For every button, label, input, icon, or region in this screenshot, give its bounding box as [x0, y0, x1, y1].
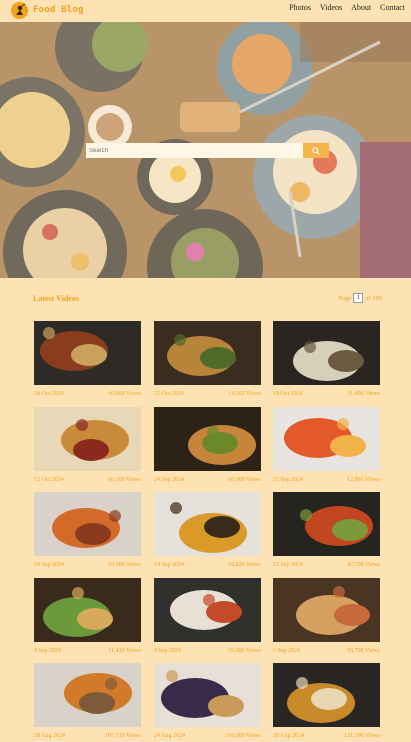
video-date: 12 Sep 2024	[273, 562, 303, 568]
video-meta: 12 Oct 2024 16,100 Views	[34, 477, 141, 483]
video-thumbnail[interactable]	[154, 577, 261, 642]
video-views: 32,006 Views	[228, 647, 261, 654]
site-title[interactable]: Food Blog	[33, 5, 84, 15]
site-header: Food Blog Photos Videos About Contact	[0, 0, 411, 22]
video-views: 16,100 Views	[108, 476, 141, 483]
video-card[interactable]: 12 Oct 2024 16,100 Views	[34, 406, 141, 483]
nav-about[interactable]: About	[351, 3, 371, 12]
video-card[interactable]: 6 Sep 2024 50,700 Views	[273, 577, 380, 654]
video-thumbnail[interactable]	[34, 663, 141, 727]
video-meta: 20 Aug 2024 121,300 Views	[273, 733, 380, 739]
video-meta: 24 Oct 2024 10,469 Views	[34, 391, 141, 397]
video-views: 14,302 Views	[228, 391, 261, 397]
video-views: 107,510 Views	[105, 733, 141, 739]
page-number-input[interactable]: 1	[353, 293, 364, 303]
video-thumbnail[interactable]	[273, 406, 380, 471]
video-thumbnail[interactable]	[273, 663, 380, 727]
latest-videos-heading: Latest Videos	[33, 294, 79, 303]
video-date: 24 Aug 2024	[154, 733, 186, 739]
video-meta: 12 Sep 2024 42,700 Views	[273, 562, 380, 568]
video-card[interactable]: 22 Oct 2024 14,302 Views	[154, 321, 261, 397]
video-views: 11,420 Views	[108, 647, 141, 654]
video-meta: 24 Sep 2024 16,008 Views	[154, 477, 261, 483]
video-thumbnail[interactable]	[34, 492, 141, 556]
hero-banner	[0, 22, 411, 278]
nav-contact[interactable]: Contact	[380, 3, 405, 12]
search-input[interactable]	[86, 143, 303, 158]
video-date: 12 Oct 2024	[34, 476, 64, 483]
pagination: Page 1 of 100	[339, 293, 382, 303]
video-meta: 9 Sep 2024 11,420 Views	[34, 648, 141, 654]
video-thumbnail[interactable]	[154, 321, 261, 385]
search-button[interactable]	[303, 143, 329, 158]
video-date: 21 Sep 2024	[273, 476, 303, 483]
video-views: 10,900 Views	[108, 562, 141, 568]
video-card[interactable]: 18 Sep 2024 10,900 Views	[34, 492, 141, 568]
video-date: 9 Sep 2024	[34, 647, 61, 654]
video-card[interactable]: 12 Sep 2024 42,700 Views	[273, 492, 380, 568]
video-card[interactable]: 9 Sep 2024 11,420 Views	[34, 577, 141, 654]
chef-mascot-icon[interactable]	[11, 2, 28, 19]
video-views: 42,700 Views	[347, 562, 380, 568]
video-thumbnail[interactable]	[34, 577, 141, 642]
video-views: 12,860 Views	[347, 476, 380, 483]
video-thumbnail[interactable]	[273, 577, 380, 642]
video-date: 18 Sep 2024	[34, 562, 64, 568]
video-meta: 22 Oct 2024 14,302 Views	[154, 391, 261, 397]
video-card[interactable]: 24 Sep 2024 16,008 Views	[154, 406, 261, 483]
video-thumbnail[interactable]	[154, 663, 261, 727]
page-label: Page	[338, 294, 352, 302]
video-meta: 21 Sep 2024 12,860 Views	[273, 477, 380, 483]
video-date: 24 Oct 2024	[34, 391, 64, 397]
video-card[interactable]: 8 Sep 2024 32,006 Views	[154, 577, 261, 654]
nav-videos[interactable]: Videos	[320, 3, 342, 12]
video-card[interactable]: 14 Sep 2024 10,820 Views	[154, 492, 261, 568]
video-card[interactable]: 18 Oct 2024 11,906 Views	[273, 321, 380, 397]
video-meta: 6 Sep 2024 50,700 Views	[273, 648, 380, 654]
video-date: 24 Sep 2024	[154, 476, 184, 483]
video-date: 6 Sep 2024	[273, 647, 300, 654]
video-meta: 14 Sep 2024 10,820 Views	[154, 562, 261, 568]
video-date: 20 Aug 2024	[273, 733, 305, 739]
nav-photos[interactable]: Photos	[289, 3, 311, 12]
video-thumbnail[interactable]	[34, 406, 141, 471]
main-nav: Photos Videos About Contact	[289, 3, 405, 12]
video-card[interactable]: 24 Aug 2024 118,000 Views	[154, 663, 261, 739]
video-thumbnail[interactable]	[273, 321, 380, 385]
video-date: 22 Oct 2024	[154, 391, 184, 397]
video-thumbnail[interactable]	[273, 492, 380, 556]
video-thumbnail[interactable]	[34, 321, 141, 385]
video-date: 14 Sep 2024	[154, 562, 184, 568]
video-date: 18 Oct 2024	[273, 391, 303, 397]
video-meta: 18 Sep 2024 10,900 Views	[34, 562, 141, 568]
video-views: 118,000 Views	[225, 733, 261, 739]
page-total: of 100	[365, 294, 382, 302]
video-date: 28 Aug 2024	[34, 733, 66, 739]
video-card[interactable]: 20 Aug 2024 121,300 Views	[273, 663, 380, 739]
video-meta: 18 Oct 2024 11,906 Views	[273, 391, 380, 397]
video-thumbnail[interactable]	[154, 492, 261, 556]
video-meta: 24 Aug 2024 118,000 Views	[154, 733, 261, 739]
video-views: 16,008 Views	[228, 476, 261, 483]
video-views: 10,469 Views	[108, 391, 141, 397]
video-meta: 8 Sep 2024 32,006 Views	[154, 648, 261, 654]
video-card[interactable]: 24 Oct 2024 10,469 Views	[34, 321, 141, 397]
video-card[interactable]: 28 Aug 2024 107,510 Views	[34, 663, 141, 739]
video-card[interactable]: 21 Sep 2024 12,860 Views	[273, 406, 380, 483]
video-views: 10,820 Views	[228, 562, 261, 568]
video-views: 11,906 Views	[347, 391, 380, 397]
video-meta: 28 Aug 2024 107,510 Views	[34, 733, 141, 739]
search-icon	[312, 146, 320, 155]
search-bar	[86, 143, 329, 158]
video-views: 121,300 Views	[344, 733, 380, 739]
video-views: 50,700 Views	[347, 647, 380, 654]
video-date: 8 Sep 2024	[154, 647, 181, 654]
video-thumbnail[interactable]	[154, 406, 261, 471]
